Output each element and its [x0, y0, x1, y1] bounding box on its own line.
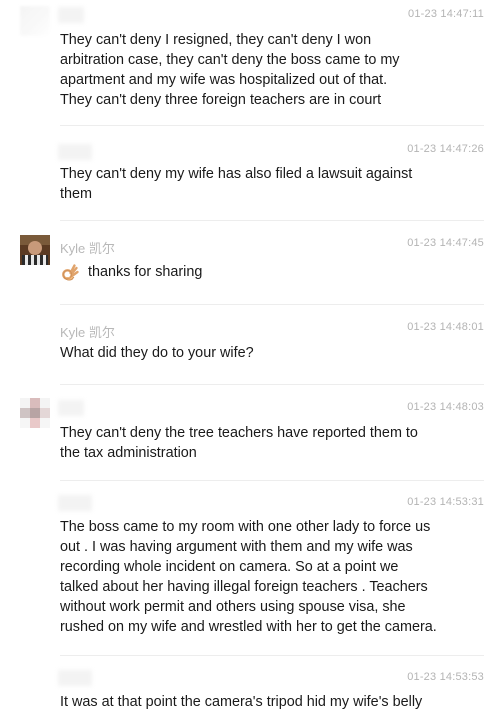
sender-name[interactable]: Kyle 凯尔: [60, 238, 115, 257]
message-line: apartment and my wife was hospitalized o…: [60, 72, 388, 88]
message-divider: [60, 125, 484, 126]
message-text: thanks for sharing: [60, 262, 480, 282]
message-timestamp: 01-23 14:53:53: [407, 671, 484, 683]
sender-name-obscured: [58, 670, 92, 686]
message-text: It was at that point the camera's tripod…: [60, 692, 480, 712]
sender-name-obscured: [58, 144, 92, 160]
message-line: out . I was having argument with them an…: [60, 539, 413, 555]
message-line: They can't deny three foreign teachers a…: [60, 92, 382, 108]
message-timestamp: 01-23 14:48:01: [407, 321, 484, 333]
avatar[interactable]: [20, 6, 50, 36]
message-divider: [60, 480, 484, 481]
message-line: They can't deny the tree teachers have r…: [60, 425, 418, 441]
message-text: What did they do to your wife?: [60, 343, 480, 363]
avatar[interactable]: [20, 398, 50, 428]
sender-name-obscured: [58, 400, 84, 416]
message-line: recording whole incident on camera. So a…: [60, 559, 399, 575]
message-line: The boss came to my room with one other …: [60, 519, 431, 535]
ok-hand-emoji-icon: [60, 262, 80, 282]
message-line: them: [60, 186, 92, 202]
sender-name[interactable]: Kyle 凯尔: [60, 322, 115, 341]
message-line: What did they do to your wife?: [60, 345, 254, 361]
message-line: without work permit and others using spo…: [60, 599, 406, 615]
message-line: They can't deny I resigned, they can't d…: [60, 32, 372, 48]
message-line: thanks for sharing: [88, 264, 203, 280]
sender-name-obscured: [58, 495, 92, 511]
message-text: They can't deny the tree teachers have r…: [60, 423, 480, 463]
sender-name-obscured: [58, 7, 84, 23]
message-line: rushed on my wife and wrestled with her …: [60, 619, 437, 635]
message-timestamp: 01-23 14:47:11: [408, 8, 484, 20]
message-timestamp: 01-23 14:48:03: [407, 401, 484, 413]
message-timestamp: 01-23 14:47:26: [407, 143, 484, 155]
avatar[interactable]: [20, 235, 50, 265]
message-divider: [60, 220, 484, 221]
message-line: It was at that point the camera's tripod…: [60, 694, 423, 710]
message-line: the tax administration: [60, 445, 197, 461]
message-timestamp: 01-23 14:53:31: [407, 496, 484, 508]
message-line: arbitration case, they can't deny the bo…: [60, 52, 400, 68]
message-line: They can't deny my wife has also filed a…: [60, 166, 413, 182]
message-timestamp: 01-23 14:47:45: [407, 237, 484, 249]
message-text: The boss came to my room with one other …: [60, 517, 480, 637]
message-text: They can't deny I resigned, they can't d…: [60, 30, 480, 110]
message-text: They can't deny my wife has also filed a…: [60, 164, 480, 204]
message-divider: [60, 304, 484, 305]
message-divider: [60, 384, 484, 385]
message-line: talked about her having illegal foreign …: [60, 579, 428, 595]
message-divider: [60, 655, 484, 656]
